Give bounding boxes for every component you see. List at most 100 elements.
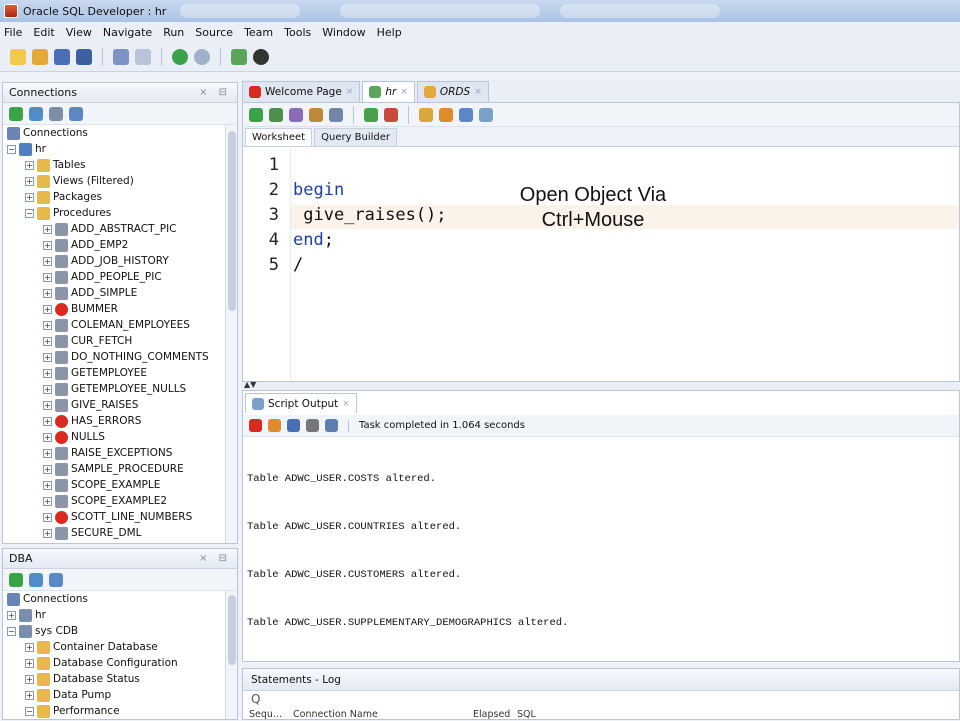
run-script-icon[interactable] xyxy=(269,107,283,122)
expand-icon[interactable]: + xyxy=(43,240,52,250)
autotrace-icon[interactable] xyxy=(329,107,343,122)
tree-node[interactable]: − sys CDB xyxy=(3,623,237,639)
tree-node[interactable]: + COLEMAN_EMPLOYEES xyxy=(3,317,237,333)
close-icon[interactable]: × xyxy=(400,87,408,97)
tree-node[interactable]: + GETEMPLOYEE_NULLS xyxy=(3,381,237,397)
print-icon[interactable] xyxy=(306,419,319,432)
refresh-icon[interactable] xyxy=(29,572,43,587)
tree-node[interactable]: + Tables xyxy=(3,157,237,173)
filter-icon[interactable] xyxy=(49,106,63,121)
expand-icon[interactable]: + xyxy=(43,304,52,314)
binoculars-icon[interactable] xyxy=(253,48,269,65)
menu-help[interactable]: Help xyxy=(377,26,402,39)
code-line[interactable]: give_raises(); xyxy=(293,205,446,225)
expand-icon[interactable]: + xyxy=(43,384,52,394)
tree-node[interactable]: + Database Configuration xyxy=(3,655,237,671)
expand-icon[interactable]: + xyxy=(43,464,52,474)
collapse-icon[interactable]: − xyxy=(7,626,16,636)
menu-team[interactable]: Team xyxy=(244,26,273,39)
tree-node[interactable]: + ADD_JOB_HISTORY xyxy=(3,253,237,269)
tree-node[interactable]: + SECURE_DML xyxy=(3,525,237,541)
tree-node[interactable]: − hr xyxy=(3,141,237,157)
expand-icon[interactable]: + xyxy=(43,256,52,266)
tree-node[interactable]: + hr xyxy=(3,607,237,623)
tree-node[interactable]: − Performance xyxy=(3,703,237,719)
close-icon[interactable]: × xyxy=(342,399,350,409)
menu-run[interactable]: Run xyxy=(163,26,184,39)
expand-icon[interactable]: + xyxy=(25,690,34,700)
tree-node[interactable]: Connections xyxy=(3,591,237,607)
expand-icon[interactable]: + xyxy=(43,512,52,522)
add-connection-icon[interactable] xyxy=(9,572,23,587)
tree-node[interactable]: + ADD_ABSTRACT_PIC xyxy=(3,221,237,237)
pin-icon[interactable] xyxy=(249,419,262,432)
code-line[interactable]: end; xyxy=(293,230,334,250)
expand-icon[interactable]: + xyxy=(43,224,52,234)
tree-node[interactable]: + ADD_SIMPLE xyxy=(3,285,237,301)
code-editor[interactable]: Open Object Via Ctrl+Mouse 1 2 begin 3 give… xyxy=(243,149,959,379)
commit-icon[interactable] xyxy=(289,107,303,122)
menu-window[interactable]: Window xyxy=(322,26,365,39)
commit-transaction-icon[interactable] xyxy=(364,107,378,122)
tree-node[interactable]: Connections xyxy=(3,125,237,141)
format-icon[interactable] xyxy=(479,107,493,122)
expand-icon[interactable]: + xyxy=(43,528,52,538)
menu-tools[interactable]: Tools xyxy=(284,26,311,39)
close-icon[interactable]: × xyxy=(346,87,354,97)
refresh-icon[interactable] xyxy=(29,106,43,121)
tab-query-builder[interactable]: Query Builder xyxy=(314,128,398,146)
expand-icon[interactable]: + xyxy=(43,496,52,506)
dba-scrollbar[interactable] xyxy=(225,591,237,719)
expand-icon[interactable]: + xyxy=(43,400,52,410)
tree-node[interactable]: + RAISE_EXCEPTIONS xyxy=(3,445,237,461)
collapse-icon[interactable]: − xyxy=(7,144,16,154)
log-column-header[interactable]: Connection Name xyxy=(287,709,467,720)
collapse-icon[interactable]: − xyxy=(25,208,34,218)
code-line[interactable]: / xyxy=(293,255,303,275)
tree-node[interactable]: + Container Database xyxy=(3,639,237,655)
save-icon[interactable] xyxy=(287,419,300,432)
splitter-arrows-icon[interactable]: ▲▼ xyxy=(244,380,256,389)
menu-navigate[interactable]: Navigate xyxy=(103,26,152,39)
open-folder-icon[interactable] xyxy=(32,48,48,65)
pane-splitter[interactable]: ▲▼ xyxy=(242,380,960,390)
expand-icon[interactable]: + xyxy=(25,658,34,668)
tree-node[interactable]: + Packages xyxy=(3,189,237,205)
save-all-icon[interactable] xyxy=(76,48,92,65)
expand-icon[interactable]: + xyxy=(43,416,52,426)
tree-node[interactable]: + SCOTT_LINE_NUMBERS xyxy=(3,509,237,525)
log-search-field[interactable]: Q xyxy=(243,691,959,707)
expand-icon[interactable]: + xyxy=(43,368,52,378)
tree-node[interactable]: + HAS_ERRORS xyxy=(3,413,237,429)
tree-node[interactable]: + CUR_FETCH xyxy=(3,333,237,349)
expand-icon[interactable]: + xyxy=(43,448,52,458)
back-icon[interactable] xyxy=(172,48,188,65)
tab-worksheet[interactable]: Worksheet xyxy=(245,128,313,146)
tree-node[interactable]: + ADD_EMP2 xyxy=(3,237,237,253)
tree-node[interactable]: + SCOPE_EXAMPLE xyxy=(3,477,237,493)
scrollbar-thumb[interactable] xyxy=(228,595,236,665)
tab-hr[interactable]: hr × xyxy=(362,81,415,102)
menu-view[interactable]: View xyxy=(66,26,92,39)
expand-icon[interactable]: + xyxy=(43,432,52,442)
explain-plan-icon[interactable] xyxy=(309,107,323,122)
expand-icon[interactable]: + xyxy=(25,674,34,684)
rollback-icon[interactable] xyxy=(384,107,398,122)
code-line[interactable]: begin xyxy=(293,180,344,200)
expand-icon[interactable]: + xyxy=(25,160,34,170)
close-icon[interactable]: × xyxy=(474,87,482,97)
history-icon[interactable] xyxy=(459,107,473,122)
expand-icon[interactable]: + xyxy=(43,320,52,330)
menu-source[interactable]: Source xyxy=(195,26,233,39)
tree-node[interactable]: + DO_NOTHING_COMMENTS xyxy=(3,349,237,365)
collapse-icon[interactable]: − xyxy=(25,706,34,716)
tab-script-output[interactable]: Script Output × xyxy=(245,393,357,413)
tree-node[interactable]: + Views (Filtered) xyxy=(3,173,237,189)
sql-worksheet-icon[interactable] xyxy=(231,48,247,65)
expand-icon[interactable]: + xyxy=(25,176,34,186)
log-column-header[interactable]: Elapsed xyxy=(467,709,511,720)
expand-icon[interactable]: + xyxy=(25,642,34,652)
clear-output-icon[interactable] xyxy=(268,419,281,432)
expand-icon[interactable]: + xyxy=(43,272,52,282)
redo-icon[interactable] xyxy=(135,48,151,65)
